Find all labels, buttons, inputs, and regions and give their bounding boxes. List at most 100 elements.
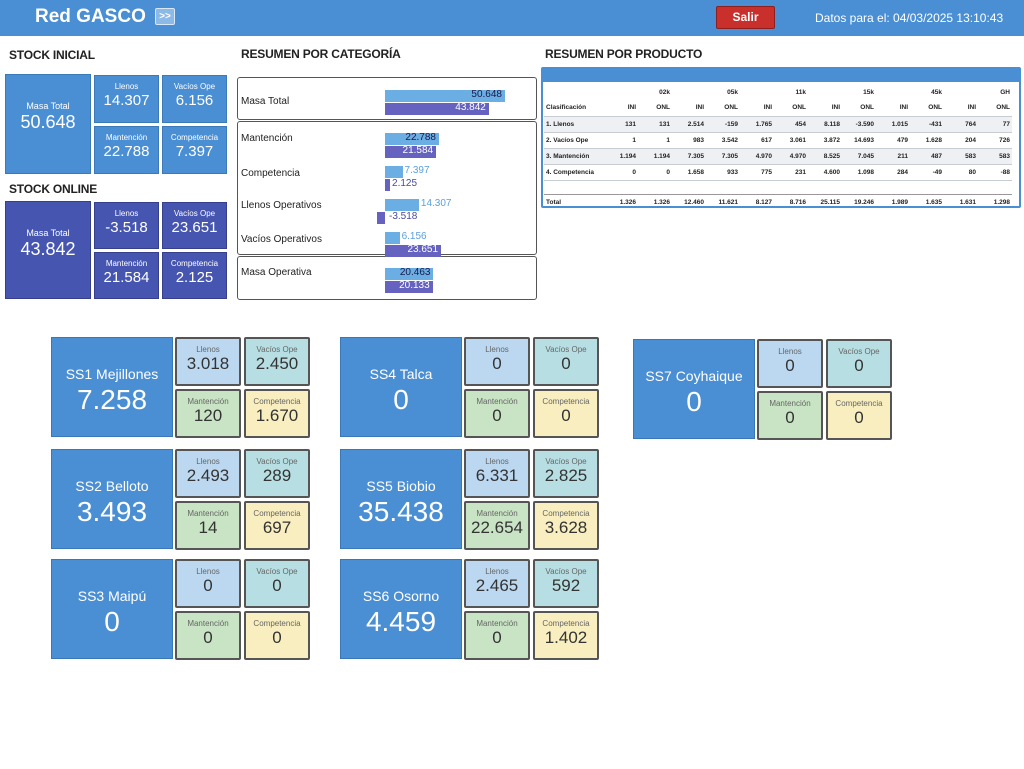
table-cell: 1.765: [740, 116, 774, 133]
station-total-card[interactable]: SS7 Coyhaique 0: [633, 339, 755, 439]
station-competencia-card[interactable]: Competencia 3.628: [533, 501, 599, 550]
table-cell: -49: [910, 164, 944, 181]
station-competencia-card[interactable]: Competencia 0: [533, 389, 599, 438]
table-total-cell: 8.127: [755, 198, 772, 206]
table-product-header-row: 02k 05k 11k 15k 45k GH: [544, 84, 1012, 100]
station-total-card[interactable]: SS5 Biobio 35.438: [340, 449, 462, 549]
station-competencia-card[interactable]: Competencia 697: [244, 501, 310, 550]
table-cell: 8.525: [808, 148, 842, 165]
station-sub-label: Mantención: [187, 619, 229, 628]
table-cell: 8.118: [808, 116, 842, 133]
tile-value: -3.518: [105, 219, 148, 236]
station-sub-value: 592: [551, 576, 581, 595]
station-vacios-card[interactable]: Vacíos Ope 289: [244, 449, 310, 498]
stock-inicial-vacios-ope: Vacíos Ope 6.156: [162, 75, 227, 123]
table-cell: 77: [978, 116, 1012, 133]
table-cell: 1.628: [910, 132, 944, 149]
station-sub-label: Competencia: [253, 509, 301, 518]
station-mantencion-card[interactable]: Mantención 0: [757, 391, 823, 440]
station-competencia-card[interactable]: Competencia 0: [244, 611, 310, 660]
table-cell: 7.305: [672, 148, 706, 165]
station-mantencion-card[interactable]: Mantención 14: [175, 501, 241, 550]
station-vacios-card[interactable]: Vacíos Ope 2.450: [244, 337, 310, 386]
station-llenos-card[interactable]: Llenos 0: [464, 337, 530, 386]
table-cell: 1.194: [604, 148, 638, 165]
station-name: SS3 Maipú: [77, 588, 147, 604]
station-llenos-card[interactable]: Llenos 3.018: [175, 337, 241, 386]
station-sub-label: Vacíos Ope: [256, 345, 298, 354]
station-total-card[interactable]: SS1 Mejillones 7.258: [51, 337, 173, 437]
station-llenos-card[interactable]: Llenos 0: [175, 559, 241, 608]
station-sub-label: Llenos: [196, 567, 220, 576]
tile-label: Mantención: [105, 259, 148, 268]
station-mantencion-card[interactable]: Mantención 0: [464, 389, 530, 438]
tile-label: Competencia: [170, 133, 219, 142]
table-row: 1. Llenos 131 131 2.514 -159 1.765 454 8.118 -3.…: [544, 116, 1012, 133]
station-llenos-card[interactable]: Llenos 2.465: [464, 559, 530, 608]
station-mantencion-card[interactable]: Mantención 0: [175, 611, 241, 660]
table-subheader: ONL: [910, 100, 944, 117]
station-sub-label: Mantención: [476, 619, 518, 628]
bar-online: [376, 212, 385, 224]
bar-online-value: 2.125: [392, 178, 418, 189]
station-vacios-card[interactable]: Vacíos Ope 2.825: [533, 449, 599, 498]
station-llenos-card[interactable]: Llenos 2.493: [175, 449, 241, 498]
station-mantencion-card[interactable]: Mantención 22.654: [464, 501, 530, 550]
resumen-producto-title: RESUMEN POR PRODUCTO: [545, 47, 703, 61]
station-sub-value: 2.825: [544, 466, 588, 485]
station-total-card[interactable]: SS2 Belloto 3.493: [51, 449, 173, 549]
tile-label: Masa Total: [26, 101, 70, 111]
station-sub-value: 0: [561, 354, 571, 373]
table-cell: 3.061: [774, 132, 808, 149]
bar-inicial-value: 22.788: [405, 132, 436, 143]
categoria-label: Vacíos Operativos: [241, 234, 322, 245]
table-cell: 1.015: [876, 116, 910, 133]
station-mantencion-card[interactable]: Mantención 120: [175, 389, 241, 438]
top-bar: Red GASCO >> Salir Datos para el: 04/03/…: [0, 0, 1024, 36]
station-competencia-card[interactable]: Competencia 1.670: [244, 389, 310, 438]
table-spacer-cell: [944, 180, 978, 195]
station-sub-label: Mantención: [769, 399, 811, 408]
station-competencia-card[interactable]: Competencia 0: [826, 391, 892, 440]
station-sub-label: Llenos: [485, 457, 509, 466]
station-vacios-card[interactable]: Vacíos Ope 0: [826, 339, 892, 388]
table-subheader: INI: [740, 100, 774, 117]
station-total-card[interactable]: SS6 Osorno 4.459: [340, 559, 462, 659]
station-total-card[interactable]: SS4 Talca 0: [340, 337, 462, 437]
table-total-cell: 1.631: [959, 198, 976, 206]
table-cell: 726: [978, 132, 1012, 149]
station-total-value: 7.258: [76, 384, 148, 415]
tile-label: Vacíos Ope: [173, 209, 216, 218]
exit-button[interactable]: Salir: [716, 6, 775, 29]
table-cell: 4.970: [774, 148, 808, 165]
table-cell: 933: [706, 164, 740, 181]
table-cell: 1: [604, 132, 638, 149]
station-vacios-card[interactable]: Vacíos Ope 592: [533, 559, 599, 608]
station-total-value: 4.459: [365, 606, 437, 637]
station-vacios-card[interactable]: Vacíos Ope 0: [244, 559, 310, 608]
resumen-producto-table: 02k 05k 11k 15k 45k GH Clasificación INI ONL INI O…: [544, 84, 1012, 206]
expand-menu-button[interactable]: >>: [155, 8, 175, 25]
station-competencia-card[interactable]: Competencia 1.402: [533, 611, 599, 660]
station-vacios-card[interactable]: Vacíos Ope 0: [533, 337, 599, 386]
table-total-label: Total: [546, 198, 562, 206]
table-product-header: 02k: [659, 88, 670, 96]
station-name: SS1 Mejillones: [65, 366, 159, 382]
table-spacer-cell: [978, 180, 1012, 195]
table-cell: 487: [910, 148, 944, 165]
station-sub-label: Mantención: [476, 509, 518, 518]
table-product-header: 15k: [863, 88, 874, 96]
stock-online-competencia: Competencia 2.125: [162, 252, 227, 299]
station-total-card[interactable]: SS3 Maipú 0: [51, 559, 173, 659]
station-sub-label: Llenos: [196, 457, 220, 466]
tile-value: 23.651: [171, 219, 218, 236]
table-subheader: INI: [604, 100, 638, 117]
table-cell: -431: [910, 116, 944, 133]
station-llenos-card[interactable]: Llenos 0: [757, 339, 823, 388]
table-product-header: GH: [1000, 88, 1010, 96]
station-sub-value: 0: [785, 408, 795, 427]
station-mantencion-card[interactable]: Mantención 0: [464, 611, 530, 660]
table-subheader: ONL: [706, 100, 740, 117]
stock-inicial-competencia: Competencia 7.397: [162, 126, 227, 174]
station-llenos-card[interactable]: Llenos 6.331: [464, 449, 530, 498]
